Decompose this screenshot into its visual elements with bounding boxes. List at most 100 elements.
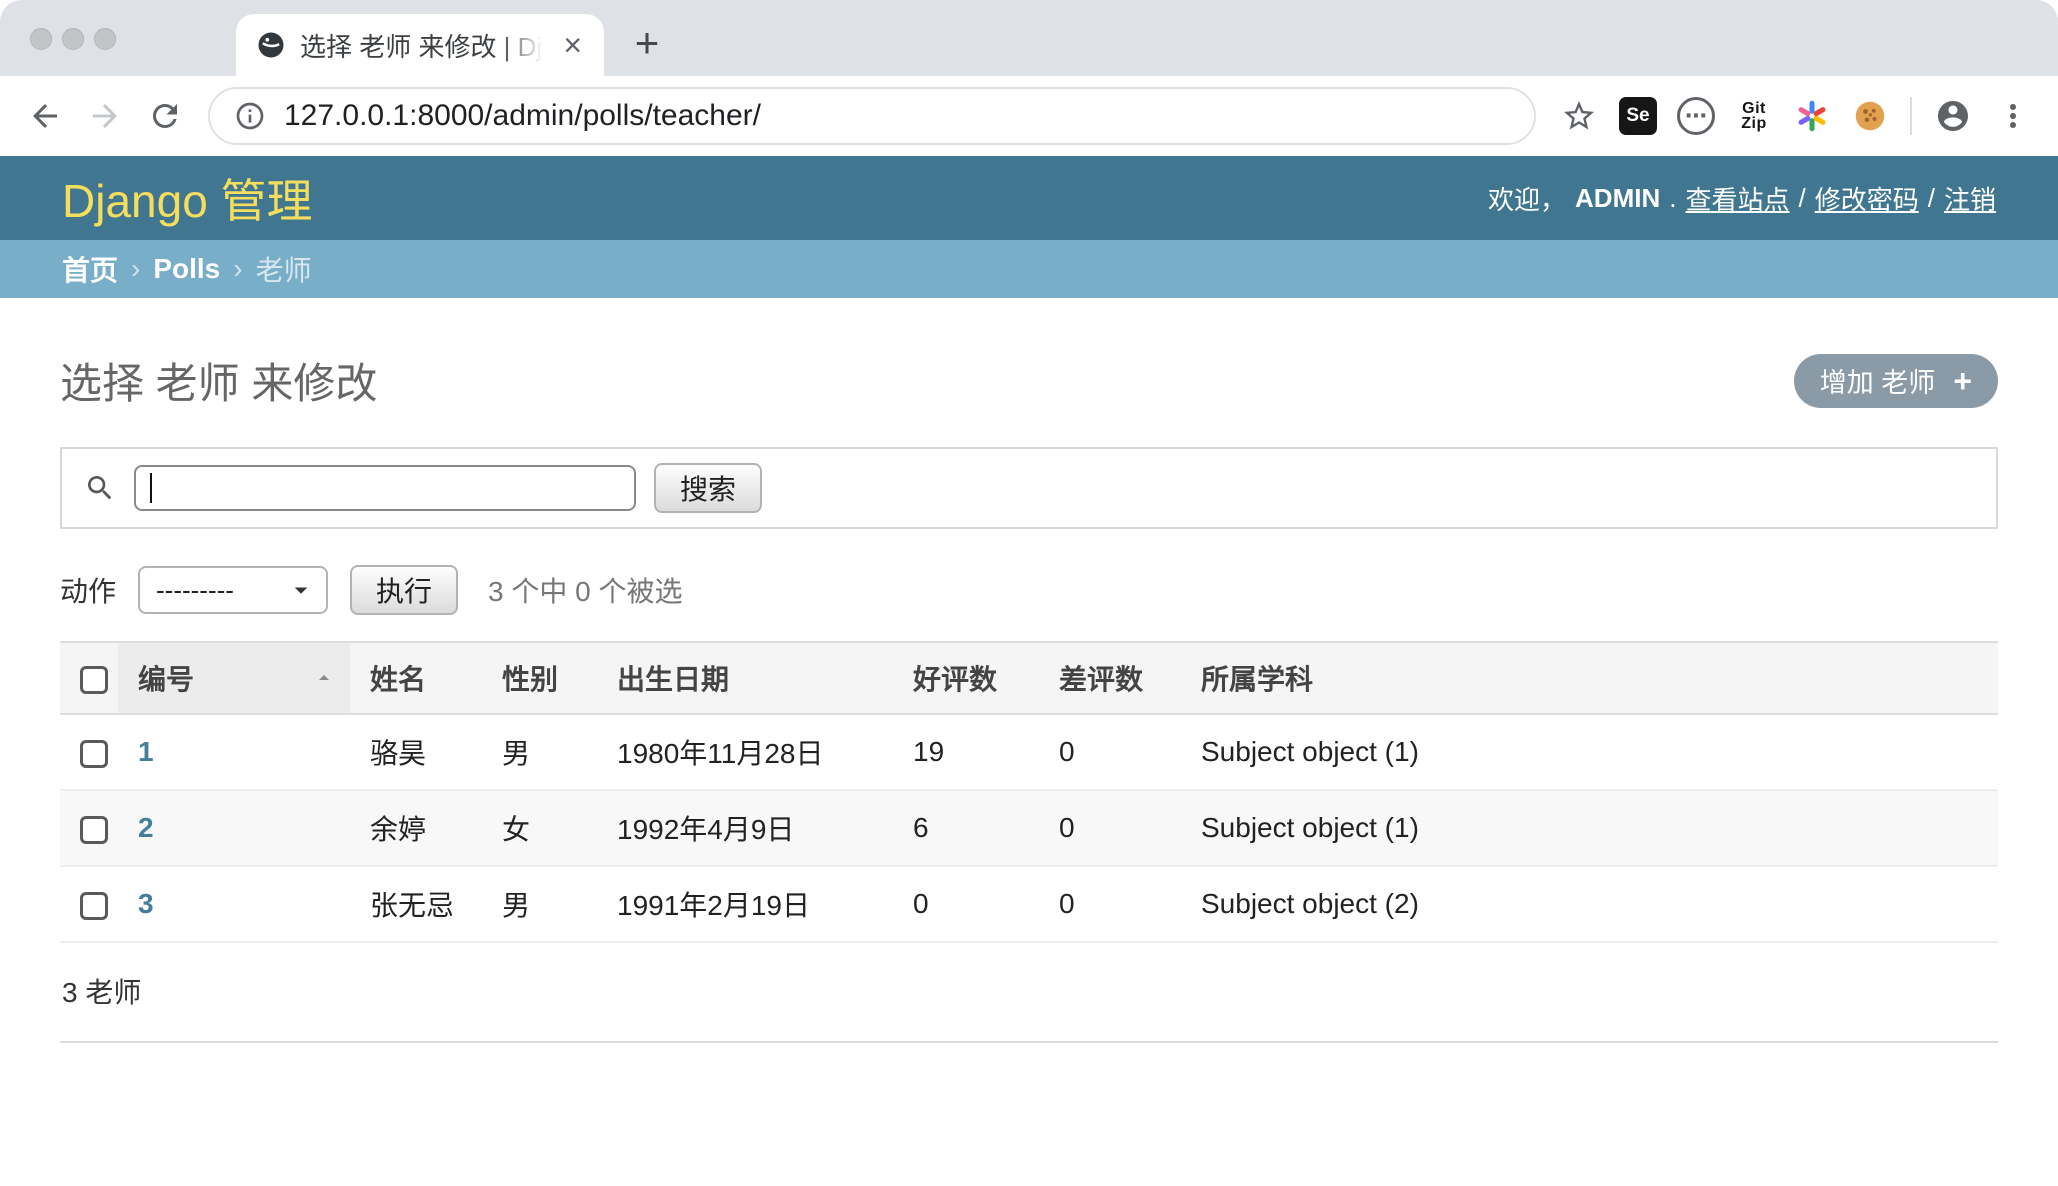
- username-suffix: .: [1669, 183, 1676, 214]
- action-select-value: ---------: [156, 575, 234, 606]
- page-title: 选择 老师 来修改: [60, 350, 377, 411]
- breadcrumb-separator: ›: [233, 253, 242, 285]
- extension-selenium-icon[interactable]: Se: [1610, 88, 1666, 144]
- cell-birthdate: 1992年4月9日: [597, 790, 893, 866]
- row-checkbox[interactable]: [80, 892, 108, 920]
- zoom-window-button[interactable]: [94, 28, 116, 50]
- cell-bad-count: 0: [1039, 866, 1181, 942]
- breadcrumb-home-link[interactable]: 首页: [62, 249, 118, 289]
- table-header-row: 编号 姓名 性别 出生日期 好评数 差评数 所属学科: [60, 642, 1998, 714]
- tab-close-icon[interactable]: ×: [557, 27, 588, 63]
- new-tab-button[interactable]: +: [620, 16, 674, 70]
- cell-subject: Subject object (2): [1181, 866, 1998, 942]
- username: ADMIN: [1575, 183, 1660, 214]
- tab-title: 选择 老师 来修改 | Django 站点管理: [300, 27, 543, 64]
- usertools-separator: /: [1928, 183, 1935, 214]
- back-button[interactable]: [16, 87, 74, 145]
- browser-menu-icon[interactable]: [1984, 87, 2042, 145]
- cell-subject: Subject object (1): [1181, 714, 1998, 790]
- url-text[interactable]: 127.0.0.1:8000/admin/polls/teacher/: [284, 99, 761, 133]
- gitzip-label-bottom: Zip: [1741, 116, 1767, 131]
- breadcrumb-separator: ›: [131, 253, 140, 285]
- browser-tab[interactable]: 选择 老师 来修改 | Django 站点管理 ×: [236, 14, 604, 76]
- cell-good-count: 6: [893, 790, 1039, 866]
- toolbar-divider: [1910, 97, 1912, 135]
- plus-icon: +: [1953, 365, 1972, 397]
- text-caret: [150, 473, 152, 503]
- search-icon: [84, 472, 116, 504]
- close-window-button[interactable]: [30, 28, 52, 50]
- cell-bad-count: 0: [1039, 790, 1181, 866]
- user-tools: 欢迎， ADMIN. 查看站点 / 修改密码 / 注销: [1488, 180, 1996, 217]
- row-id-link[interactable]: 2: [138, 812, 154, 843]
- change-password-link[interactable]: 修改密码: [1815, 180, 1919, 217]
- extension-pinwheel-icon[interactable]: [1784, 88, 1840, 144]
- breadcrumb: 首页 › Polls › 老师: [0, 240, 2058, 298]
- cell-birthdate: 1980年11月28日: [597, 714, 893, 790]
- table-row: 2 余婷 女 1992年4月9日 6 0 Subject object (1): [60, 790, 1998, 866]
- selection-counter: 3 个中 0 个被选: [488, 570, 682, 610]
- column-header-id[interactable]: 编号: [118, 642, 350, 714]
- changelist-content: 选择 老师 来修改 增加 老师 + 搜索 动作 --------- 执行 3 个…: [0, 298, 2058, 1043]
- profile-avatar[interactable]: [1924, 87, 1982, 145]
- column-header-bad-count[interactable]: 差评数: [1039, 642, 1181, 714]
- reload-button[interactable]: [136, 87, 194, 145]
- address-bar[interactable]: 127.0.0.1:8000/admin/polls/teacher/: [208, 87, 1536, 145]
- browser-toolbar: 127.0.0.1:8000/admin/polls/teacher/ Se ⋯…: [0, 76, 2058, 156]
- cell-gender: 男: [482, 866, 597, 942]
- extension-gitzip-icon[interactable]: Git Zip: [1726, 88, 1782, 144]
- column-header-good-count[interactable]: 好评数: [893, 642, 1039, 714]
- bookmark-star-icon[interactable]: [1550, 87, 1608, 145]
- breadcrumb-current: 老师: [256, 249, 312, 289]
- admin-header: Django 管理 欢迎， ADMIN. 查看站点 / 修改密码 / 注销: [0, 156, 2058, 240]
- row-checkbox[interactable]: [80, 740, 108, 768]
- gitzip-label-top: Git: [1741, 101, 1767, 116]
- column-header-gender[interactable]: 性别: [482, 642, 597, 714]
- select-all-checkbox[interactable]: [80, 666, 108, 694]
- search-input[interactable]: [134, 465, 636, 511]
- search-bar: 搜索: [60, 447, 1998, 529]
- column-header-subject[interactable]: 所属学科: [1181, 642, 1998, 714]
- result-count: 3 老师: [60, 943, 1998, 1043]
- row-id-link[interactable]: 3: [138, 888, 154, 919]
- column-header-name[interactable]: 姓名: [350, 642, 482, 714]
- cell-gender: 女: [482, 790, 597, 866]
- table-row: 3 张无忌 男 1991年2月19日 0 0 Subject object (2…: [60, 866, 1998, 942]
- row-id-link[interactable]: 1: [138, 736, 154, 767]
- usertools-separator: /: [1799, 183, 1806, 214]
- cell-subject: Subject object (1): [1181, 790, 1998, 866]
- action-go-button[interactable]: 执行: [350, 565, 458, 615]
- browser-tabstrip: 选择 老师 来修改 | Django 站点管理 × +: [0, 0, 2058, 76]
- view-site-link[interactable]: 查看站点: [1685, 180, 1789, 217]
- tab-favicon-icon: [256, 30, 286, 60]
- browser-window: 选择 老师 来修改 | Django 站点管理 × + 127.0.0.1:80…: [0, 0, 2058, 1186]
- column-header-id-label: 编号: [138, 664, 194, 695]
- extension-dots-icon[interactable]: ⋯: [1668, 88, 1724, 144]
- cell-name: 张无忌: [350, 866, 482, 942]
- actions-row: 动作 --------- 执行 3 个中 0 个被选: [60, 565, 1998, 615]
- search-submit-button[interactable]: 搜索: [654, 463, 762, 513]
- minimize-window-button[interactable]: [62, 28, 84, 50]
- site-info-icon[interactable]: [234, 100, 266, 132]
- add-teacher-label: 增加 老师: [1820, 361, 1936, 400]
- row-checkbox[interactable]: [80, 816, 108, 844]
- cell-gender: 男: [482, 714, 597, 790]
- table-row: 1 骆昊 男 1980年11月28日 19 0 Subject object (…: [60, 714, 1998, 790]
- site-brand[interactable]: Django 管理: [62, 165, 313, 231]
- breadcrumb-app-link[interactable]: Polls: [153, 253, 220, 285]
- action-select[interactable]: ---------: [138, 566, 328, 614]
- welcome-text: 欢迎，: [1488, 180, 1566, 217]
- add-teacher-button[interactable]: 增加 老师 +: [1794, 354, 1998, 408]
- forward-button[interactable]: [76, 87, 134, 145]
- logout-link[interactable]: 注销: [1944, 180, 1996, 217]
- cell-name: 余婷: [350, 790, 482, 866]
- cell-good-count: 0: [893, 866, 1039, 942]
- sort-ascending-icon[interactable]: [312, 666, 336, 690]
- cell-name: 骆昊: [350, 714, 482, 790]
- result-table: 编号 姓名 性别 出生日期 好评数 差评数 所属学科 1: [60, 641, 1998, 943]
- window-controls: [30, 28, 116, 50]
- extension-cookie-icon[interactable]: [1842, 88, 1898, 144]
- column-header-birthdate[interactable]: 出生日期: [597, 642, 893, 714]
- cell-bad-count: 0: [1039, 714, 1181, 790]
- action-label: 动作: [60, 570, 116, 610]
